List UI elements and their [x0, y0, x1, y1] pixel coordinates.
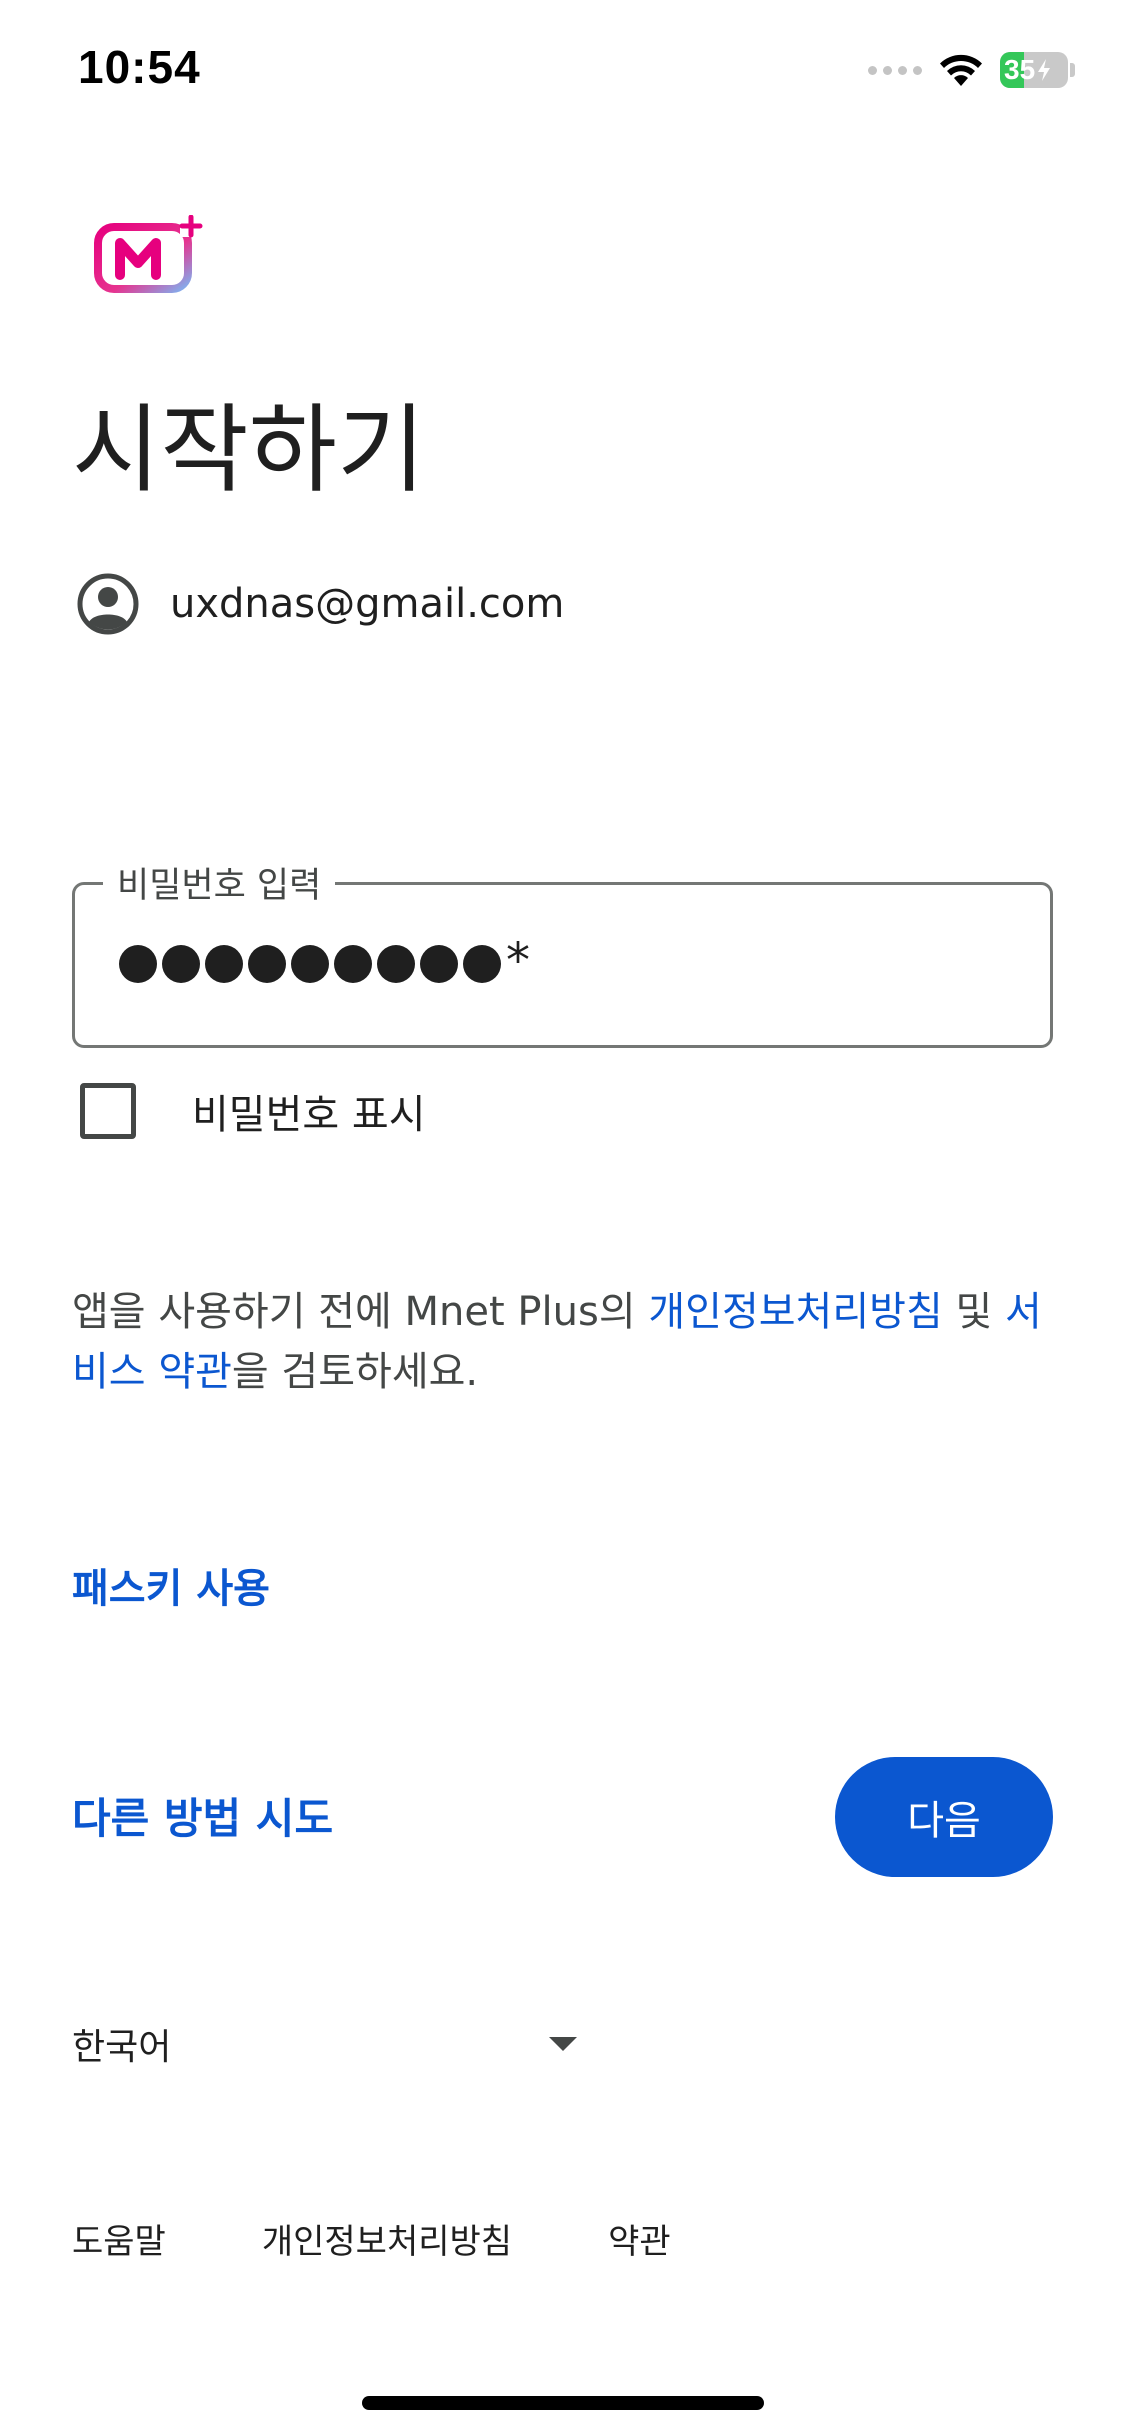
show-password-toggle[interactable]: 비밀번호 표시 [80, 1082, 426, 1140]
footer-terms-link[interactable]: 약관 [608, 2214, 671, 2263]
account-email: uxdnas@gmail.com [170, 581, 565, 627]
password-mask [119, 945, 506, 983]
next-button[interactable]: 다음 [835, 1757, 1053, 1877]
sign-in-screen: 10:54 35 시작하기 uxdnas@gmail.com 비밀번호 입력 *… [0, 0, 1125, 2436]
account-chip[interactable]: uxdnas@gmail.com [76, 572, 564, 636]
show-password-label: 비밀번호 표시 [192, 1092, 426, 1138]
password-dot [248, 945, 286, 983]
terms-notice: 앱을 사용하기 전에 Mnet Plus의 개인정보처리방침 및 서비스 약관을… [72, 1282, 1062, 1402]
wifi-icon [940, 54, 982, 86]
home-indicator[interactable] [362, 2396, 764, 2410]
use-passkey-button[interactable]: 패스키 사용 [72, 1556, 270, 1614]
charging-bolt-icon [1038, 59, 1051, 81]
footer-links: 도움말 개인정보처리방침 약관 [72, 2214, 767, 2263]
page-title: 시작하기 [72, 394, 426, 506]
notice-middle: 및 [942, 1289, 1005, 1335]
language-selected: 한국어 [72, 2027, 172, 2068]
password-last-char: * [506, 933, 530, 989]
password-dot [205, 945, 243, 983]
help-link[interactable]: 도움말 [72, 2214, 166, 2263]
privacy-policy-link[interactable]: 개인정보처리방침 [648, 1289, 942, 1335]
try-another-way-button[interactable]: 다른 방법 시도 [72, 1785, 333, 1846]
password-dot [334, 945, 372, 983]
status-icons: 35 [868, 50, 1075, 90]
notice-suffix: 을 검토하세요. [231, 1349, 479, 1395]
battery-level: 35 [1004, 54, 1036, 85]
password-input[interactable]: * [119, 919, 1010, 1009]
account-circle-icon [77, 573, 139, 635]
password-dot [119, 945, 157, 983]
password-dot [463, 945, 501, 983]
language-selector[interactable]: 한국어 [72, 2018, 577, 2070]
password-dot [162, 945, 200, 983]
password-dot [420, 945, 458, 983]
show-password-checkbox[interactable] [80, 1083, 136, 1139]
password-dot [377, 945, 415, 983]
cellular-signal-icon [868, 65, 922, 75]
mnet-plus-logo-icon [94, 215, 203, 293]
password-field[interactable]: 비밀번호 입력 * [72, 857, 1053, 1048]
status-time: 10:54 [78, 41, 201, 93]
notice-prefix: 앱을 사용하기 전에 Mnet Plus의 [72, 1289, 649, 1335]
password-dot [291, 945, 329, 983]
dropdown-arrow-icon [549, 2037, 577, 2051]
battery-icon: 35 [1000, 52, 1068, 88]
footer-privacy-link[interactable]: 개인정보처리방침 [262, 2214, 512, 2263]
password-field-label: 비밀번호 입력 [103, 857, 336, 908]
